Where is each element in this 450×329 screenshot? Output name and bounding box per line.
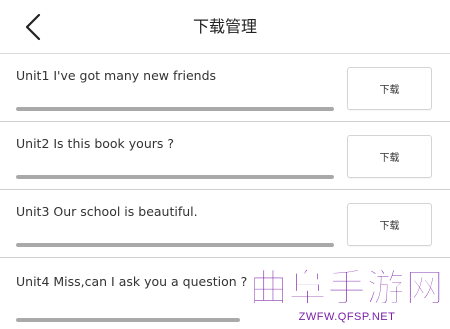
download-list: Unit1 I've got many new friends 下载 Unit2… <box>0 54 450 326</box>
download-button[interactable]: 下载 <box>347 135 432 178</box>
download-progress-bar <box>16 107 334 111</box>
list-item: Unit4 Miss,can I ask you a question ? 下载 <box>0 258 450 326</box>
progress-fill <box>16 107 334 111</box>
download-progress-bar <box>16 318 240 322</box>
unit-title: Unit3 Our school is beautiful. <box>16 204 198 219</box>
download-button[interactable]: 下载 <box>347 203 432 246</box>
unit-title: Unit2 Is this book yours ? <box>16 136 174 151</box>
list-item: Unit2 Is this book yours ? 下载 <box>0 122 450 190</box>
progress-fill <box>16 318 240 322</box>
download-button[interactable]: 下载 <box>347 67 432 110</box>
header-bar: 下载管理 <box>0 0 450 54</box>
unit-title: Unit4 Miss,can I ask you a question ? <box>16 274 248 289</box>
page-title: 下载管理 <box>192 17 257 36</box>
download-progress-bar <box>16 243 334 247</box>
progress-fill <box>16 175 334 179</box>
progress-fill <box>16 243 334 247</box>
download-progress-bar <box>16 175 334 179</box>
list-item: Unit3 Our school is beautiful. 下载 <box>0 190 450 258</box>
list-item: Unit1 I've got many new friends 下载 <box>0 54 450 122</box>
unit-title: Unit1 I've got many new friends <box>16 68 217 83</box>
